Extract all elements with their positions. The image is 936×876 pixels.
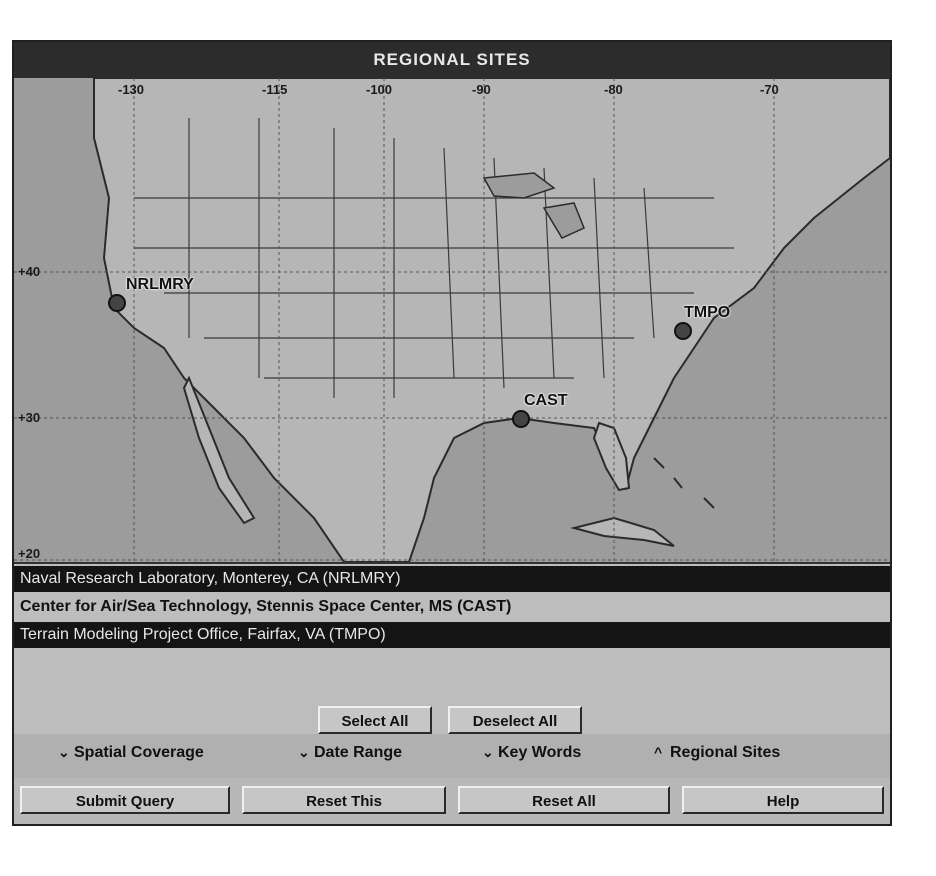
submit-query-button[interactable]: Submit Query — [20, 786, 230, 814]
site-list[interactable]: Naval Research Laboratory, Monterey, CA … — [14, 562, 890, 736]
longitude-label: -115 — [262, 82, 288, 97]
longitude-label: -130 — [118, 82, 145, 97]
longitude-label: -90 — [472, 82, 491, 97]
longitude-label: -70 — [760, 82, 779, 97]
action-bar: Submit Query Reset This Reset All Help — [14, 778, 890, 824]
option-label: Key Words — [498, 744, 582, 761]
latitude-label: +20 — [18, 546, 41, 561]
latitude-label: +30 — [18, 410, 41, 425]
select-all-button[interactable]: Select All — [318, 706, 432, 734]
chevron-down-icon: ⌄ — [482, 744, 494, 760]
query-options-bar: ⌄ Spatial Coverage ⌄ Date Range ⌄ Key Words… — [14, 734, 890, 778]
option-key-words[interactable]: ⌄ Key Words — [482, 744, 581, 762]
option-date-range[interactable]: ⌄ Date Range — [298, 744, 402, 762]
latitude-label: +40 — [18, 264, 41, 279]
site-marker-cast[interactable] — [512, 410, 530, 428]
chevron-up-icon: ^ — [654, 744, 663, 760]
option-label: Date Range — [314, 744, 403, 761]
chevron-down-icon: ⌄ — [58, 744, 70, 760]
reset-all-button[interactable]: Reset All — [458, 786, 670, 814]
longitude-label: -80 — [604, 82, 623, 97]
site-label-nrlmry[interactable]: NRLMRY — [126, 276, 194, 294]
site-label-cast[interactable]: CAST — [524, 392, 568, 410]
list-item[interactable]: Naval Research Laboratory, Monterey, CA … — [14, 566, 890, 592]
site-label-tmpo[interactable]: TMPO — [684, 304, 730, 322]
site-marker-nrlmry[interactable] — [108, 294, 126, 312]
chevron-down-icon: ⌄ — [298, 744, 310, 760]
option-label: Spatial Coverage — [74, 744, 204, 761]
site-marker-tmpo[interactable] — [674, 322, 692, 340]
reset-this-button[interactable]: Reset This — [242, 786, 446, 814]
longitude-label: -100 — [366, 82, 393, 97]
regional-sites-window: REGIONAL SITES -130 -115 -100 -90 -80 -7… — [12, 40, 892, 826]
window-title: REGIONAL SITES — [14, 42, 890, 78]
us-map[interactable]: -130 -115 -100 -90 -80 -70 +40 +30 +20 N… — [14, 78, 890, 562]
option-regional-sites[interactable]: ^ Regional Sites — [654, 744, 780, 762]
option-label: Regional Sites — [670, 744, 781, 761]
list-item[interactable]: Terrain Modeling Project Office, Fairfax… — [14, 622, 890, 648]
help-button[interactable]: Help — [682, 786, 884, 814]
list-item[interactable]: Center for Air/Sea Technology, Stennis S… — [14, 594, 890, 620]
map-graphic — [14, 78, 890, 562]
option-spatial-coverage[interactable]: ⌄ Spatial Coverage — [58, 744, 204, 762]
deselect-all-button[interactable]: Deselect All — [448, 706, 582, 734]
